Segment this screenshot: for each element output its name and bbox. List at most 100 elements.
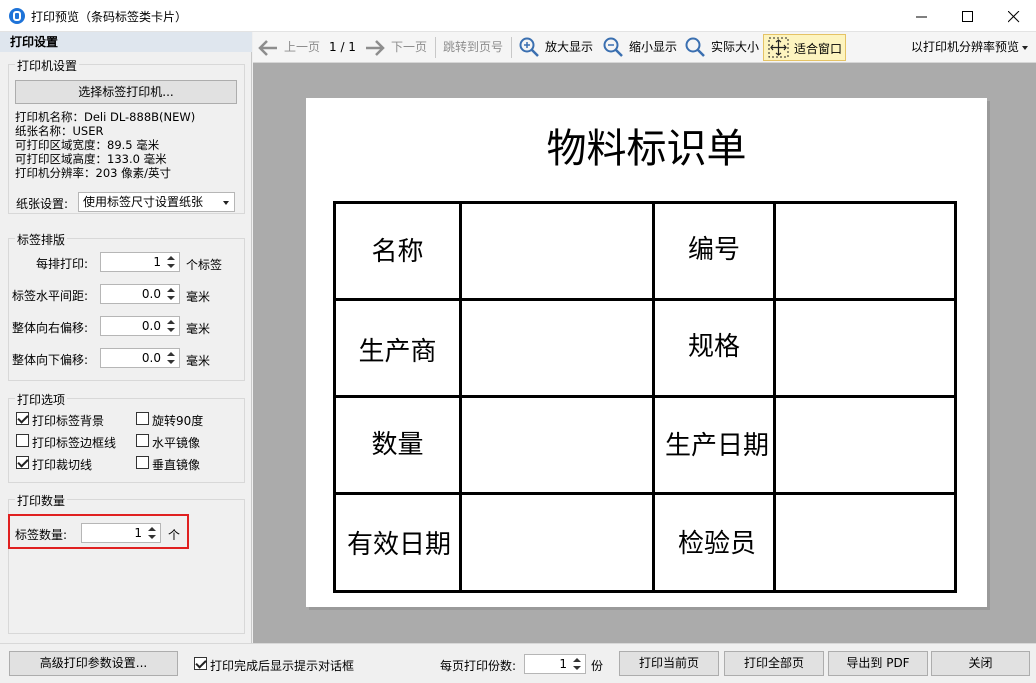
toolbar-divider	[435, 37, 436, 58]
table-cell: 有效日期	[346, 530, 451, 560]
resolution-preview-dropdown[interactable]: 以打印机分辨率预览	[911, 32, 1031, 63]
printable-width-info: 可打印区域宽度：89.5 毫米	[15, 138, 160, 152]
table-divider	[336, 395, 954, 398]
print-border-checkbox[interactable]	[16, 434, 29, 447]
offset-down-label: 整体向下偏移:	[12, 353, 89, 367]
group-title: 打印机设置	[15, 57, 80, 74]
app-icon	[9, 8, 25, 24]
close-window-button[interactable]	[990, 0, 1036, 32]
paper-name-info: 纸张名称：USER	[15, 124, 104, 138]
per-row-spinner[interactable]: 1	[100, 252, 180, 272]
window-title: 打印预览（条码标签类卡片）	[31, 10, 188, 24]
copies-unit: 份	[591, 659, 604, 673]
spinner-arrows-icon[interactable]	[165, 350, 177, 366]
close-icon	[1008, 11, 1020, 23]
spinner-value: 0.0	[141, 319, 161, 333]
preview-toolbar: 上一页 1 / 1 下一页 跳转到页号 放大显示 缩小显示 实际大小 适合窗口 …	[253, 32, 1036, 63]
h-spacing-label: 标签水平间距:	[12, 289, 89, 303]
table-cell: 生产商	[358, 337, 437, 367]
paper-setting-label: 纸张设置:	[16, 197, 69, 211]
label-table: 名称 编号 生产商 规格 数量 生产日期 有效日期 检验员	[333, 201, 957, 593]
minimize-icon	[916, 16, 927, 18]
printer-name-info: 打印机名称：Deli DL-888B(NEW)	[15, 110, 196, 124]
offset-down-spinner[interactable]: 0.0	[100, 348, 180, 368]
printer-resolution-info: 打印机分辨率：203 像素/英寸	[15, 166, 171, 180]
spinner-value: 1	[559, 657, 567, 671]
spinner-value: 1	[134, 526, 142, 540]
offset-right-unit: 毫米	[186, 322, 211, 336]
per-row-label: 每排打印:	[36, 257, 89, 271]
print-background-checkbox[interactable]	[16, 412, 29, 425]
prev-page-button[interactable]: 上一页	[258, 32, 324, 63]
show-dialog-checkbox[interactable]	[194, 657, 207, 670]
print-settings-panel: 打印设置 打印机设置 选择标签打印机... 打印机名称：Deli DL-888B…	[0, 32, 252, 643]
paper-setting-select[interactable]: 使用标签尺寸设置纸张	[78, 192, 235, 212]
spinner-arrows-icon[interactable]	[165, 318, 177, 334]
select-printer-button[interactable]: 选择标签打印机...	[15, 80, 237, 104]
table-divider	[336, 298, 954, 301]
label-quantity-spinner[interactable]: 1	[81, 523, 161, 543]
export-pdf-button[interactable]: 导出到 PDF	[828, 651, 928, 676]
arrow-right-icon	[366, 40, 385, 56]
goto-page-button[interactable]: 跳转到页号	[443, 32, 503, 63]
maximize-icon	[962, 11, 973, 22]
spinner-arrows-icon[interactable]	[165, 254, 177, 270]
group-title: 打印数量	[15, 492, 68, 509]
spinner-arrows-icon[interactable]	[571, 656, 583, 672]
table-cell: 编号	[687, 235, 740, 265]
bottom-bar: 高级打印参数设置... 打印完成后显示提示对话框 每页打印份数: 1 份 打印当…	[0, 643, 1036, 683]
maximize-button[interactable]	[944, 0, 990, 32]
offset-down-unit: 毫米	[186, 354, 211, 368]
copies-spinner[interactable]: 1	[524, 654, 586, 674]
spinner-value: 0.0	[141, 287, 161, 301]
print-cutline-checkbox[interactable]	[16, 456, 29, 469]
h-spacing-spinner[interactable]: 0.0	[100, 284, 180, 304]
offset-right-spinner[interactable]: 0.0	[100, 316, 180, 336]
spinner-arrows-icon[interactable]	[165, 286, 177, 302]
v-mirror-checkbox[interactable]	[136, 456, 149, 469]
zoom-out-button[interactable]: 缩小显示	[603, 32, 683, 63]
next-page-button[interactable]: 下一页	[365, 32, 431, 63]
show-dialog-label: 打印完成后显示提示对话框	[210, 659, 355, 673]
rotate-90-label: 旋转90度	[152, 414, 204, 428]
arrow-left-icon	[258, 40, 277, 56]
table-cell: 检验员	[677, 529, 756, 559]
chevron-down-icon	[1022, 46, 1028, 50]
fit-window-icon	[768, 37, 789, 58]
spinner-value: 1	[153, 255, 161, 269]
close-button[interactable]: 关闭	[931, 651, 1030, 676]
printable-height-info: 可打印区域高度：133.0 毫米	[15, 152, 167, 166]
title-bar: 打印预览（条码标签类卡片）	[0, 0, 1036, 32]
spinner-arrows-icon[interactable]	[146, 525, 158, 541]
chevron-down-icon	[223, 201, 229, 205]
actual-size-button[interactable]: 实际大小	[685, 32, 763, 63]
preview-area[interactable]: 物料标识单 名称 编号 生产商 规格 数量 生产日期 有效日期 检验员	[253, 63, 1036, 643]
panel-header: 打印设置	[0, 32, 252, 52]
h-spacing-unit: 毫米	[186, 290, 211, 304]
document-title: 物料标识单	[546, 126, 747, 172]
copies-label: 每页打印份数:	[440, 659, 517, 673]
print-current-button[interactable]: 打印当前页	[619, 651, 719, 676]
toolbar-divider	[511, 37, 512, 58]
table-cell: 数量	[371, 430, 424, 460]
zoom-out-icon	[603, 37, 623, 57]
advanced-settings-button[interactable]: 高级打印参数设置...	[9, 651, 178, 676]
table-cell: 名称	[371, 237, 424, 267]
h-mirror-checkbox[interactable]	[136, 434, 149, 447]
label-quantity-label: 标签数量:	[15, 528, 68, 542]
offset-right-label: 整体向右偏移:	[12, 321, 89, 335]
group-title: 标签排版	[15, 231, 68, 248]
page-indicator: 1 / 1	[329, 40, 356, 54]
zoom-in-icon	[519, 37, 539, 57]
fit-window-button[interactable]: 适合窗口	[763, 34, 846, 61]
table-divider	[336, 492, 954, 495]
label-quantity-unit: 个	[168, 528, 181, 542]
spinner-value: 0.0	[141, 351, 161, 365]
label-page: 物料标识单 名称 编号 生产商 规格 数量 生产日期 有效日期 检验员	[306, 98, 987, 607]
print-all-button[interactable]: 打印全部页	[724, 651, 824, 676]
table-cell: 生产日期	[664, 431, 769, 461]
zoom-in-button[interactable]: 放大显示	[519, 32, 599, 63]
h-mirror-label: 水平镜像	[152, 436, 201, 450]
rotate-90-checkbox[interactable]	[136, 412, 149, 425]
minimize-button[interactable]	[898, 0, 944, 32]
